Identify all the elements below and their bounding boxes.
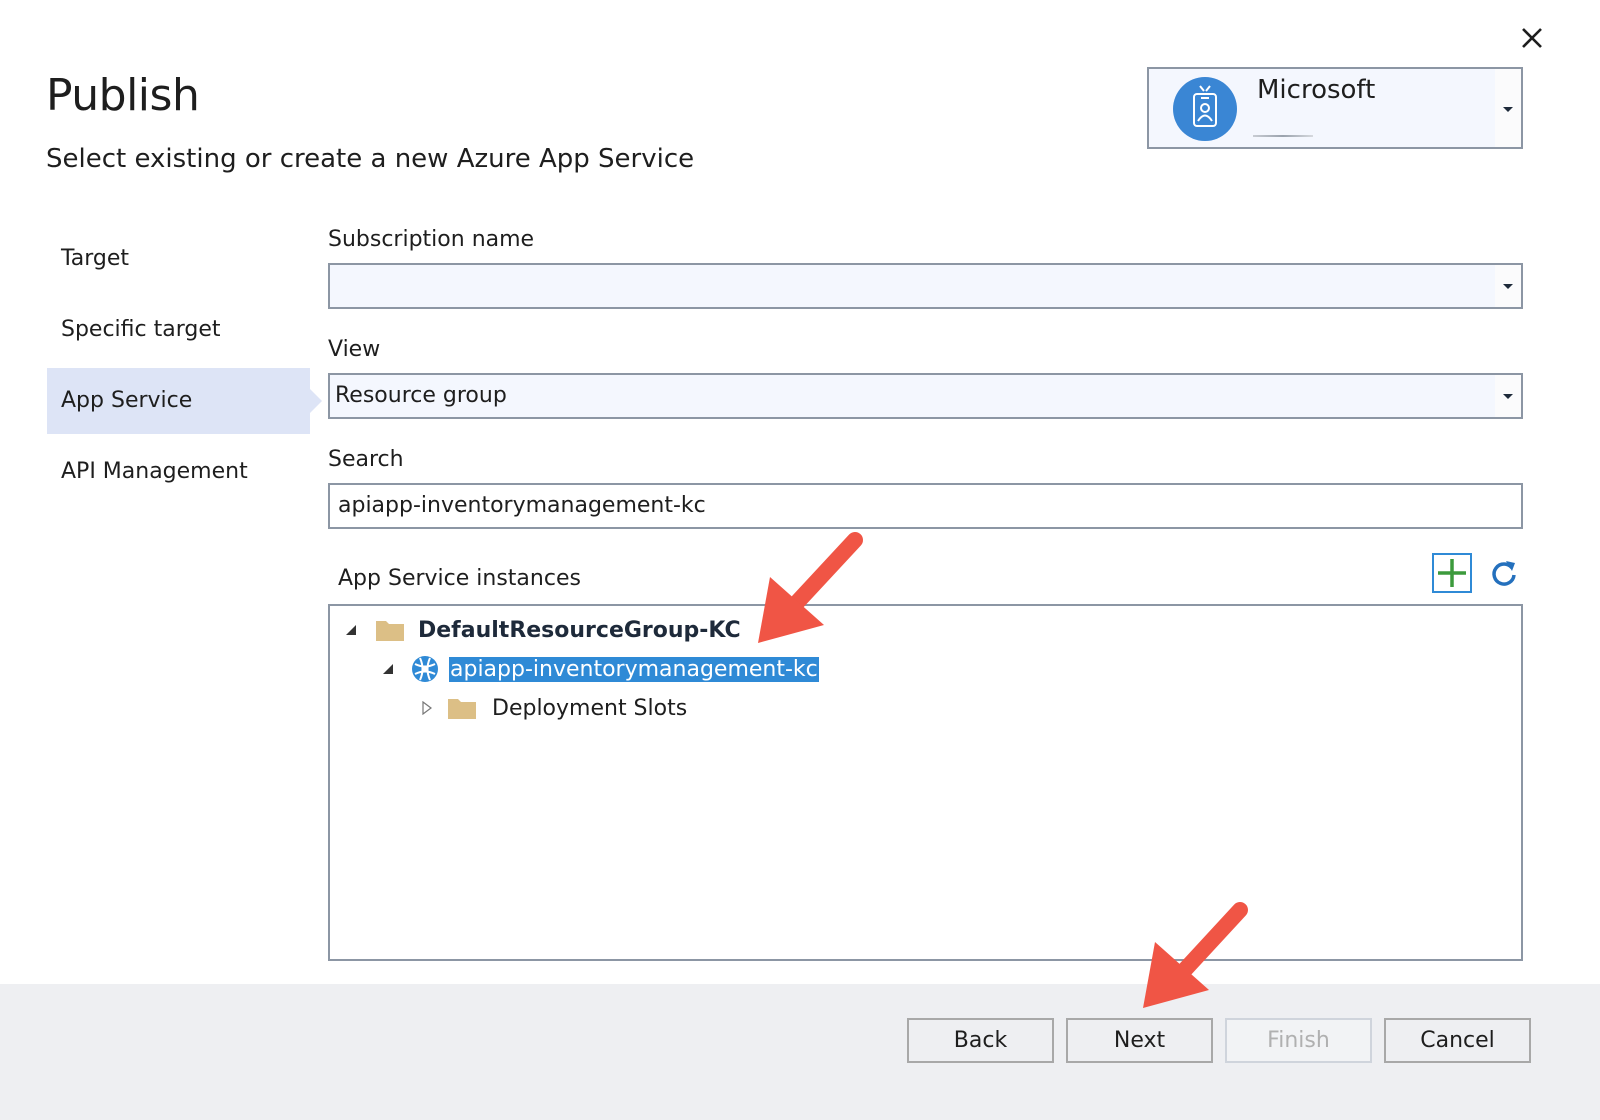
finish-button[interactable]: Finish: [1225, 1018, 1372, 1063]
chevron-down-icon: [1503, 394, 1513, 399]
id-badge-icon: [1193, 85, 1217, 127]
back-button[interactable]: Back: [907, 1018, 1054, 1063]
tree-item-label: apiapp-inventorymanagement-kc: [449, 656, 819, 682]
page-title: Publish: [46, 70, 200, 121]
wizard-nav: Target Specific target App Service API M…: [47, 226, 322, 510]
dropdown-caret-zone: [1495, 375, 1521, 417]
view-label: View: [328, 337, 381, 362]
tree-item-app-service[interactable]: apiapp-inventorymanagement-kc: [381, 651, 819, 687]
search-input[interactable]: apiapp-inventorymanagement-kc: [328, 483, 1523, 529]
instances-label: App Service instances: [338, 566, 581, 591]
close-icon: [1522, 28, 1542, 48]
folder-icon: [376, 621, 404, 641]
instances-tree[interactable]: DefaultResourceGroup-KC apiapp-inventory…: [328, 604, 1523, 961]
create-new-button[interactable]: [1432, 553, 1472, 593]
account-name: Microsoft: [1257, 75, 1376, 105]
nav-item-api-management[interactable]: API Management: [47, 439, 310, 505]
collapsed-triangle-icon[interactable]: [420, 701, 434, 715]
avatar: [1173, 77, 1237, 141]
account-email-redacted: [1253, 135, 1313, 137]
tree-item-label: Deployment Slots: [492, 695, 688, 721]
tree-item-resource-group[interactable]: DefaultResourceGroup-KC: [344, 612, 741, 648]
account-dropdown-button[interactable]: [1495, 69, 1521, 147]
chevron-down-icon: [1503, 107, 1513, 112]
cancel-button[interactable]: Cancel: [1384, 1018, 1531, 1063]
refresh-icon: [1492, 561, 1516, 586]
tree-item-deployment-slots[interactable]: Deployment Slots: [420, 690, 687, 726]
subscription-label: Subscription name: [328, 227, 535, 252]
view-value: Resource group: [335, 383, 507, 408]
tree-item-label: DefaultResourceGroup-KC: [418, 617, 741, 643]
page-subtitle: Select existing or create a new Azure Ap…: [46, 144, 695, 174]
folder-icon: [448, 699, 476, 719]
close-button[interactable]: [1518, 24, 1546, 52]
nav-item-target[interactable]: Target: [47, 226, 310, 292]
refresh-button[interactable]: [1488, 557, 1520, 589]
expanded-triangle-icon[interactable]: [344, 623, 358, 637]
nav-item-app-service[interactable]: App Service: [47, 368, 322, 434]
dropdown-caret-zone: [1495, 265, 1521, 307]
subscription-dropdown[interactable]: [328, 263, 1523, 309]
chevron-down-icon: [1503, 284, 1513, 289]
view-dropdown[interactable]: Resource group: [328, 373, 1523, 419]
next-button[interactable]: Next: [1066, 1018, 1213, 1063]
plus-icon: [1438, 559, 1466, 587]
expanded-triangle-icon[interactable]: [381, 662, 395, 676]
search-label: Search: [328, 447, 404, 472]
app-service-icon: [412, 656, 438, 682]
nav-item-specific-target[interactable]: Specific target: [47, 297, 310, 363]
account-selector[interactable]: Microsoft: [1147, 67, 1523, 149]
